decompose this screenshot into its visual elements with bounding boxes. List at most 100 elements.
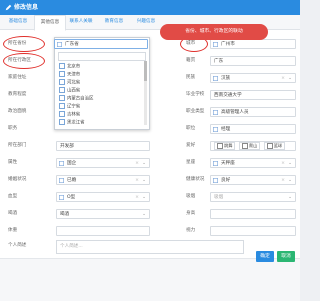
province-option[interactable]: 河北省 bbox=[59, 79, 80, 86]
clear-icon[interactable]: × bbox=[135, 159, 139, 167]
drink-select[interactable]: 喝酒 ⌄ bbox=[56, 209, 150, 219]
hobby-chip[interactable]: 篮球 bbox=[263, 142, 286, 150]
post-value: 经理 bbox=[221, 127, 231, 132]
document-icon bbox=[213, 161, 218, 166]
annotation-circle-province bbox=[3, 36, 45, 52]
document-icon bbox=[59, 178, 64, 183]
vision-input[interactable] bbox=[210, 226, 296, 236]
province-dropdown: 北京市 天津市 河北省 山西省 内蒙古自治区 辽宁省 吉林省 黑龙江省 bbox=[54, 37, 150, 130]
dialog-footer bbox=[0, 258, 300, 301]
smoke-label: 吸烟 bbox=[186, 194, 196, 199]
intro-textarea[interactable]: 个人简述... bbox=[56, 240, 244, 254]
province-value: 广东省 bbox=[65, 42, 79, 47]
department-input[interactable]: 开发部 bbox=[56, 141, 150, 151]
document-icon bbox=[59, 195, 64, 200]
edit-icon bbox=[5, 4, 12, 11]
cancel-button[interactable]: 取消 bbox=[277, 251, 295, 262]
document-icon bbox=[213, 178, 218, 183]
height-label: 身高 bbox=[186, 211, 196, 216]
province-option[interactable]: 辽宁省 bbox=[59, 103, 80, 110]
chevron-down-icon[interactable]: ⌄ bbox=[142, 193, 146, 201]
attribute-label: 属性 bbox=[8, 160, 18, 165]
dialog-titlebar: 修改信息 bbox=[0, 0, 300, 15]
marital-select[interactable]: 已婚 × ⌄ bbox=[56, 175, 150, 185]
home-address-label: 家庭住址 bbox=[8, 75, 27, 80]
nation-label: 民族 bbox=[186, 75, 196, 80]
annotation-circle-district bbox=[3, 53, 45, 69]
annotation-tooltip: 省份、城市、行政区的联动 bbox=[160, 24, 268, 40]
province-option[interactable]: 北京市 bbox=[59, 63, 80, 70]
document-icon bbox=[57, 42, 62, 47]
post-label: 职位 bbox=[186, 126, 196, 131]
hobby-chip[interactable]: 跳舞 bbox=[214, 142, 236, 150]
province-select-active[interactable]: 广东省 bbox=[54, 39, 148, 49]
attribute-select[interactable]: 国企 × ⌄ bbox=[56, 158, 150, 168]
tab-other-info[interactable]: 其他信息 bbox=[34, 15, 66, 31]
dropdown-scrollbar-thumb[interactable] bbox=[144, 61, 147, 81]
post-select[interactable]: 经理 bbox=[210, 124, 296, 134]
job-type-label: 职业类型 bbox=[186, 109, 205, 114]
city-select[interactable]: 广州市 bbox=[210, 39, 296, 49]
dialog-title: 修改信息 bbox=[14, 4, 39, 11]
tab-education-info[interactable]: 教育信息 bbox=[98, 15, 130, 29]
province-option[interactable]: 天津市 bbox=[59, 71, 80, 78]
document-icon bbox=[213, 42, 218, 47]
hobby-label: 爱好 bbox=[186, 143, 196, 148]
weight-label: 体重 bbox=[8, 228, 18, 233]
job-type-value: 高级管理人员 bbox=[221, 110, 249, 115]
tab-contact-link[interactable]: 联系人关联 bbox=[64, 15, 98, 29]
city-value: 广州市 bbox=[221, 42, 235, 47]
education-label: 教育程度 bbox=[8, 92, 27, 97]
nation-select[interactable]: 汉族 × ⌄ bbox=[210, 73, 296, 83]
health-select[interactable]: 良好 × ⌄ bbox=[210, 175, 296, 185]
attribute-value: 国企 bbox=[67, 161, 77, 166]
document-icon bbox=[213, 110, 218, 115]
weight-input[interactable] bbox=[56, 226, 150, 236]
tab-interest-info[interactable]: 兴趣信息 bbox=[130, 15, 162, 29]
document-icon bbox=[213, 76, 218, 81]
chevron-down-icon[interactable]: ⌄ bbox=[142, 176, 146, 184]
province-option[interactable]: 内蒙古自治区 bbox=[59, 95, 93, 102]
province-option[interactable]: 山西省 bbox=[59, 87, 80, 94]
document-icon bbox=[213, 127, 218, 132]
health-label: 健康状况 bbox=[186, 177, 205, 182]
school-input[interactable]: 西南交通大学 bbox=[210, 90, 296, 100]
chevron-down-icon[interactable]: ⌄ bbox=[288, 159, 292, 167]
dropdown-search-input[interactable] bbox=[58, 52, 146, 61]
clear-icon[interactable]: × bbox=[281, 74, 285, 82]
hobby-multiselect[interactable]: 跳舞 爬山 篮球 bbox=[210, 141, 296, 151]
smoke-select[interactable]: 吸烟 ⌄ bbox=[210, 192, 296, 202]
native-place-input[interactable]: 广东 bbox=[210, 56, 296, 66]
chevron-down-icon[interactable]: ⌄ bbox=[142, 210, 146, 218]
position-label: 职务 bbox=[8, 126, 18, 131]
politics-label: 政治面貌 bbox=[8, 109, 27, 114]
hobby-chip[interactable]: 爬山 bbox=[238, 142, 261, 150]
height-input[interactable] bbox=[210, 209, 296, 219]
job-type-select[interactable]: 高级管理人员 bbox=[210, 107, 296, 117]
blood-type-label: 血型 bbox=[8, 194, 18, 199]
intro-label: 个人简述 bbox=[8, 243, 27, 248]
edit-info-dialog: 修改信息 基础信息 其他信息 联系人关联 教育信息 兴趣信息 所在省份 广东省 … bbox=[0, 0, 300, 301]
chevron-down-icon[interactable]: ⌄ bbox=[142, 159, 146, 167]
department-label: 所在部门 bbox=[8, 143, 27, 148]
ok-button[interactable]: 确定 bbox=[256, 251, 274, 262]
health-value: 良好 bbox=[221, 178, 231, 183]
drink-value: 喝酒 bbox=[60, 212, 70, 217]
province-option[interactable]: 吉林省 bbox=[59, 111, 80, 118]
blood-type-select[interactable]: O型 × ⌄ bbox=[56, 192, 150, 202]
clear-icon[interactable]: × bbox=[135, 193, 139, 201]
document-icon bbox=[59, 161, 64, 166]
clear-icon[interactable]: × bbox=[281, 159, 285, 167]
smoke-placeholder: 吸烟 bbox=[214, 195, 224, 200]
tab-basic-info[interactable]: 基础信息 bbox=[2, 15, 34, 29]
province-option[interactable]: 黑龙江省 bbox=[59, 119, 85, 126]
chevron-down-icon[interactable]: ⌄ bbox=[288, 74, 292, 82]
marital-label: 婚姻状况 bbox=[8, 177, 27, 182]
chevron-down-icon[interactable]: ⌄ bbox=[288, 193, 292, 201]
clear-icon[interactable]: × bbox=[135, 176, 139, 184]
nation-value: 汉族 bbox=[221, 76, 231, 81]
chevron-down-icon[interactable]: ⌄ bbox=[288, 176, 292, 184]
constellation-select[interactable]: 天秤座 × ⌄ bbox=[210, 158, 296, 168]
clear-icon[interactable]: × bbox=[281, 176, 285, 184]
drink-label: 喝酒 bbox=[8, 211, 18, 216]
